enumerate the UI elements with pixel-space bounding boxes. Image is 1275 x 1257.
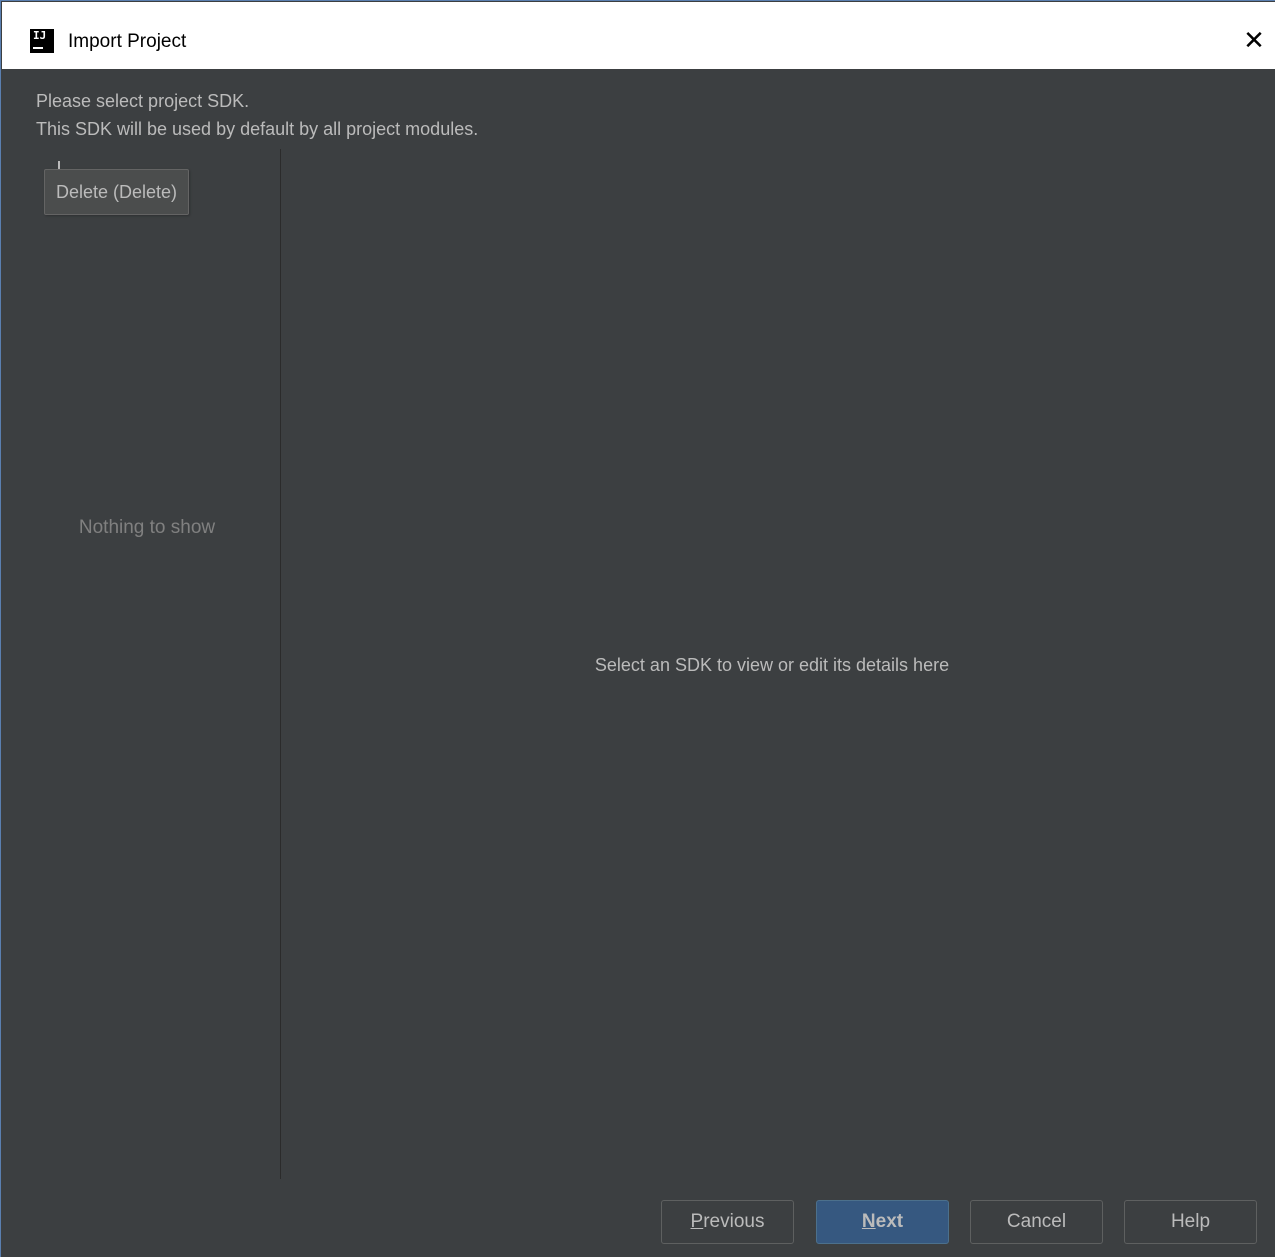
title-bar: IJ Import Project ✕ [2, 2, 1275, 69]
app-icon-label: IJ [33, 29, 47, 42]
description-line-2: This SDK will be used by default by all … [36, 119, 479, 139]
window-title: Import Project [68, 31, 187, 52]
intellij-app-icon: IJ [30, 29, 54, 53]
sdk-list-empty-text: Nothing to show [78, 517, 216, 538]
app-icon-underline [33, 47, 43, 49]
close-icon[interactable]: ✕ [1239, 24, 1269, 58]
previous-button-mnemonic: P [690, 1211, 704, 1232]
next-button-mnemonic: N [861, 1211, 876, 1232]
toolbar-remove-icon[interactable] [58, 161, 60, 169]
sdk-details-empty-text: Select an SDK to view or edit its detail… [594, 655, 950, 675]
sdk-details-panel: Select an SDK to view or edit its detail… [282, 149, 1262, 1179]
next-button-label: ext [875, 1211, 904, 1232]
delete-tooltip: Delete (Delete) [44, 169, 190, 215]
import-project-dialog: IJ Import Project ✕ Please select projec… [0, 0, 1275, 1257]
previous-button-label: revious [703, 1211, 765, 1232]
cancel-button[interactable]: Cancel [970, 1200, 1103, 1244]
description-line-1: Please select project SDK. [36, 91, 250, 111]
help-button[interactable]: Help [1124, 1200, 1257, 1244]
next-button[interactable]: Next [816, 1200, 949, 1244]
sdk-list-panel[interactable]: Delete (Delete) Nothing to show [14, 149, 281, 1179]
previous-button[interactable]: Previous [661, 1200, 794, 1244]
